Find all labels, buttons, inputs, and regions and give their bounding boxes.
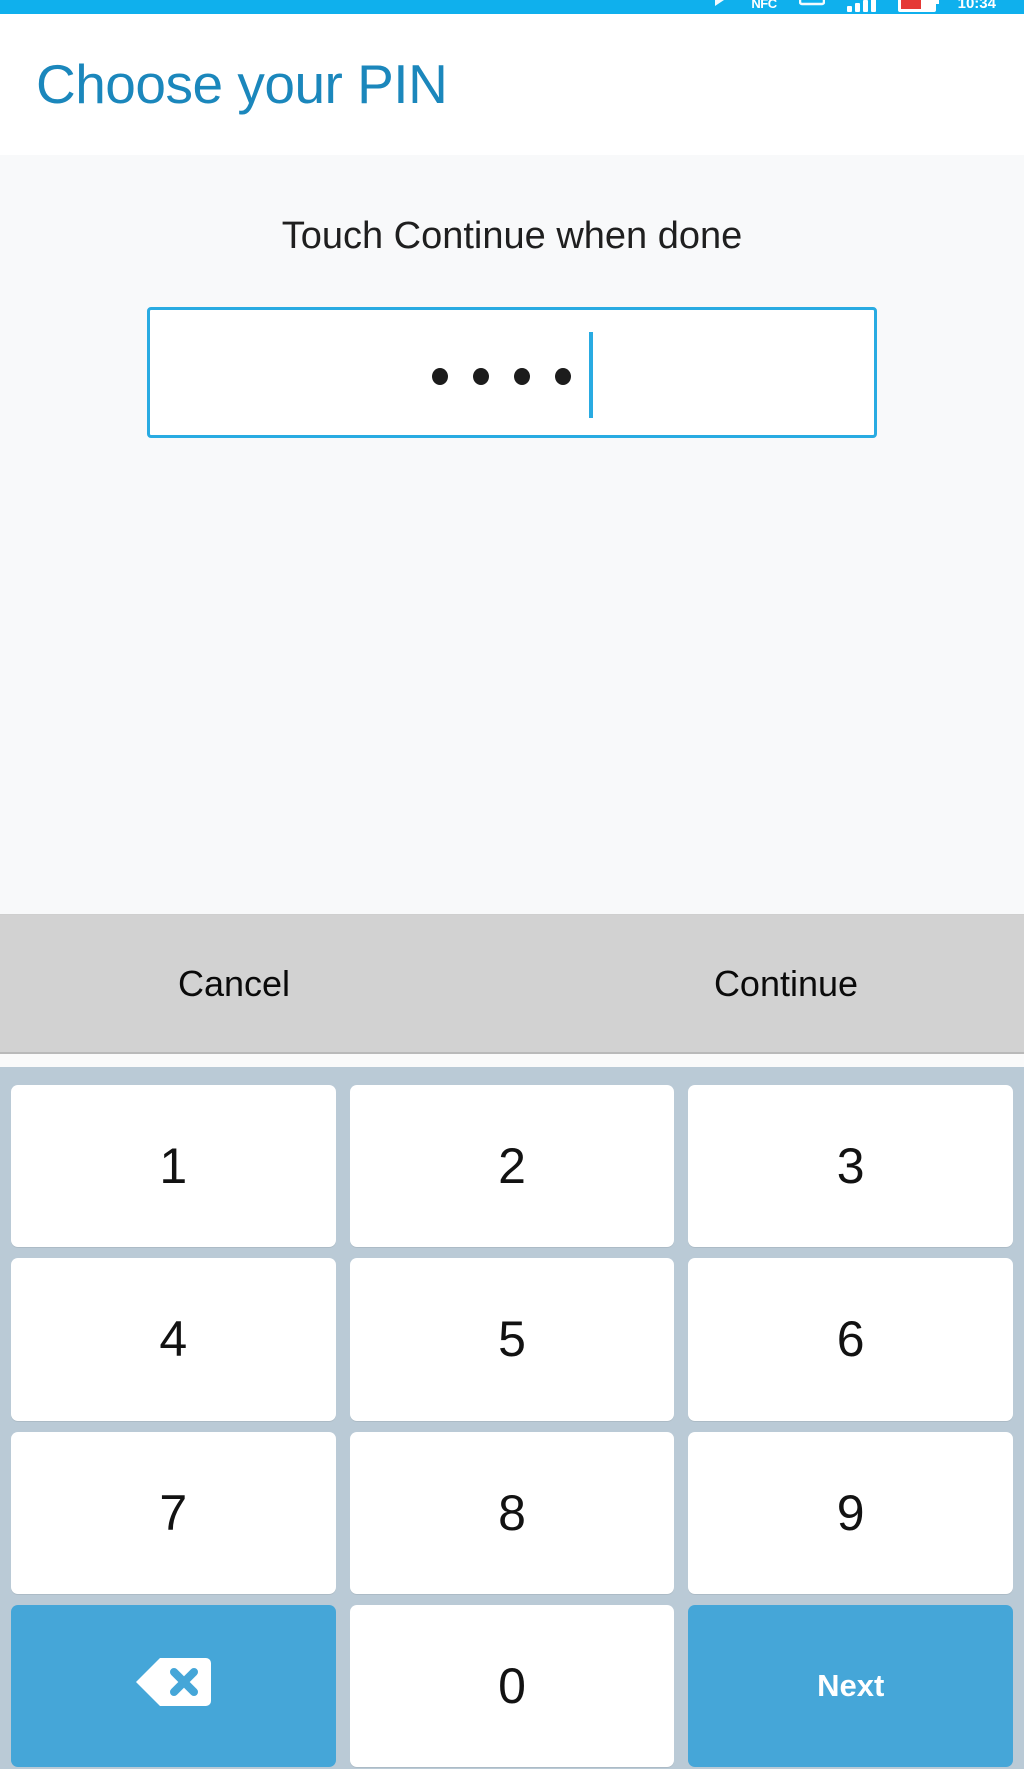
battery-icon: [897, 0, 939, 12]
numpad-key-7[interactable]: 7: [11, 1431, 336, 1594]
instruction-text: Touch Continue when done: [281, 215, 743, 257]
text-caret: [588, 331, 593, 418]
action-bar: Cancel Continue: [0, 914, 1024, 1054]
status-bar: NFC 10:34: [0, 0, 1024, 14]
divider: [0, 1054, 1024, 1067]
play-icon: [713, 0, 729, 12]
numpad-key-1[interactable]: 1: [11, 1085, 336, 1248]
numpad-key-label: Next: [817, 1668, 885, 1704]
numpad-key-label: 9: [836, 1484, 865, 1541]
numpad-key-2[interactable]: 2: [349, 1085, 675, 1248]
numpad-key-backspace[interactable]: [11, 1604, 336, 1767]
backspace-icon: [134, 1656, 212, 1716]
numpad-key-4[interactable]: 4: [11, 1258, 336, 1421]
numpad-row: 0 Next: [11, 1604, 1014, 1767]
numpad-key-5[interactable]: 5: [349, 1258, 675, 1421]
numpad-key-label: 8: [498, 1484, 526, 1541]
pin-masked-value: [431, 368, 589, 385]
pin-entry-screen: NFC 10:34 Choose your PIN Touch Continue…: [0, 0, 1024, 1769]
nfc-icon: NFC: [751, 0, 777, 11]
signal-bars-icon: [846, 0, 876, 12]
numpad-row: 4 5 6: [11, 1258, 1014, 1421]
numpad-key-6[interactable]: 6: [688, 1258, 1014, 1421]
numpad-key-label: 1: [159, 1138, 188, 1195]
numpad: 1 2 3 4 5 6 7 8 9 0 Next: [0, 1067, 1024, 1769]
pin-dot: [431, 368, 448, 385]
numpad-key-9[interactable]: 9: [688, 1431, 1014, 1594]
numpad-key-label: 0: [498, 1657, 526, 1714]
numpad-row: 7 8 9: [11, 1431, 1014, 1594]
numpad-key-label: 3: [836, 1138, 865, 1195]
status-bar-icons: NFC 10:34: [713, 0, 996, 12]
clock-text: 10:34: [957, 0, 996, 12]
pin-dot: [513, 368, 530, 385]
pin-dot: [554, 368, 571, 385]
numpad-key-next[interactable]: Next: [688, 1604, 1014, 1767]
pin-input[interactable]: [147, 307, 877, 438]
numpad-row: 1 2 3: [11, 1085, 1014, 1248]
numpad-key-0[interactable]: 0: [349, 1604, 675, 1767]
cancel-button[interactable]: Cancel: [0, 965, 490, 1002]
continue-button[interactable]: Continue: [530, 965, 1024, 1002]
numpad-key-8[interactable]: 8: [349, 1431, 675, 1594]
sd-card-icon: [798, 0, 825, 12]
header: Choose your PIN: [0, 14, 1024, 155]
main-content: Touch Continue when done: [0, 155, 1024, 914]
numpad-key-label: 2: [498, 1138, 526, 1195]
numpad-key-label: 4: [159, 1311, 188, 1368]
numpad-key-label: 7: [159, 1484, 188, 1541]
numpad-key-label: 5: [498, 1311, 526, 1368]
page-title: Choose your PIN: [36, 53, 448, 115]
pin-input-inner: [431, 331, 593, 420]
numpad-key-3[interactable]: 3: [688, 1085, 1014, 1248]
numpad-key-label: 6: [836, 1311, 865, 1368]
pin-dot: [472, 368, 489, 385]
